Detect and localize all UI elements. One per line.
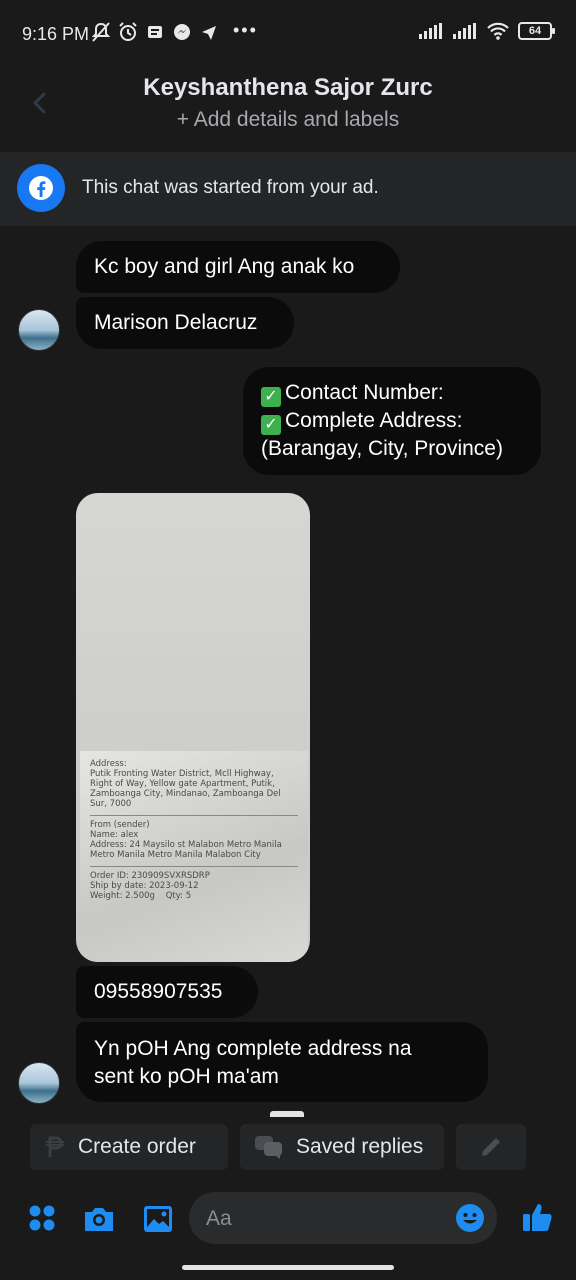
message-line: sent ko pOH ma'am (94, 1065, 279, 1088)
camera-icon[interactable] (82, 1204, 116, 1234)
message-notification-icon (148, 26, 162, 38)
incoming-message[interactable]: Yn pOH Ang complete address na sent ko p… (76, 1022, 488, 1102)
outgoing-message[interactable]: ✓ Contact Number: ✓ Complete Address: (Bar… (243, 367, 541, 475)
add-details-link[interactable]: + Add details and labels (0, 108, 576, 132)
apps-icon[interactable] (28, 1204, 56, 1232)
message-line: Yn pOH Ang complete address na (94, 1037, 412, 1060)
photo-message[interactable]: Address: Putik Fronting Water District, … (76, 493, 310, 962)
check-mark-icon: ✓ (261, 415, 281, 435)
signal-icon-2 (453, 23, 476, 39)
wifi-icon (487, 22, 509, 40)
seen-indicator (270, 1111, 304, 1117)
incoming-message[interactable]: 09558907535 (76, 966, 258, 1018)
check-mark-icon: ✓ (261, 387, 281, 407)
more-notifications-icon: ••• (233, 20, 258, 40)
home-indicator[interactable] (182, 1265, 394, 1270)
status-system-icons: 64 (418, 22, 555, 40)
incoming-message[interactable]: Kc boy and girl Ang anak ko (76, 241, 400, 293)
saved-replies-label: Saved replies (296, 1135, 424, 1158)
saved-replies-button[interactable]: Saved replies (240, 1124, 444, 1170)
facebook-icon (17, 164, 65, 212)
ad-banner-text: This chat was started from your ad. (82, 177, 379, 198)
message-input[interactable] (189, 1192, 497, 1244)
message-line: Contact Number: (285, 381, 444, 404)
contact-avatar[interactable] (18, 1062, 60, 1104)
status-notification-icons (92, 22, 218, 42)
alarm-icon (119, 22, 137, 41)
status-time: 9:16 PM (22, 24, 90, 44)
gallery-icon[interactable] (142, 1204, 174, 1234)
bell-off-icon (92, 22, 110, 42)
message-line: Complete Address: (285, 409, 463, 432)
signal-icon (419, 23, 442, 39)
create-order-button[interactable]: Create order (30, 1124, 228, 1170)
incoming-message[interactable]: Marison Delacruz (76, 297, 294, 349)
pencil-icon (482, 1138, 500, 1156)
contact-name[interactable]: Keyshanthena Sajor Zurc (0, 74, 576, 102)
message-line: (Barangay, City, Province) (261, 437, 503, 460)
edit-button[interactable] (456, 1124, 526, 1170)
emoji-icon[interactable] (455, 1203, 485, 1233)
create-order-label: Create order (78, 1135, 196, 1158)
peso-icon (46, 1136, 64, 1157)
shipping-label-image: Address: Putik Fronting Water District, … (80, 751, 308, 962)
send-notification-icon (202, 26, 216, 40)
message-input-placeholder: Aa (206, 1207, 232, 1230)
messenger-notification-icon (174, 24, 190, 40)
thumbs-up-icon[interactable] (520, 1200, 554, 1234)
status-bar: 9:16 PM ••• 64 (0, 0, 576, 66)
battery-icon: 64 (518, 22, 555, 40)
chat-bubbles-icon (255, 1136, 282, 1159)
contact-avatar[interactable] (18, 309, 60, 351)
